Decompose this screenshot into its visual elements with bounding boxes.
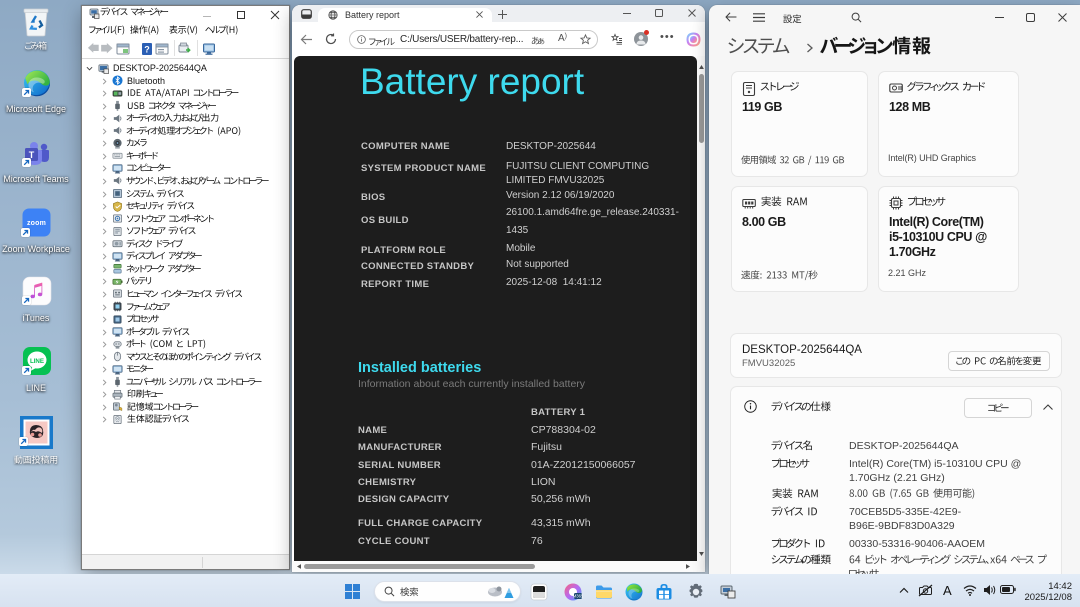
svg-text:M365: M365 [573,594,584,599]
svg-text:zoom: zoom [27,220,46,227]
svg-text:LINE: LINE [30,358,44,365]
svg-text:?: ? [144,44,150,54]
